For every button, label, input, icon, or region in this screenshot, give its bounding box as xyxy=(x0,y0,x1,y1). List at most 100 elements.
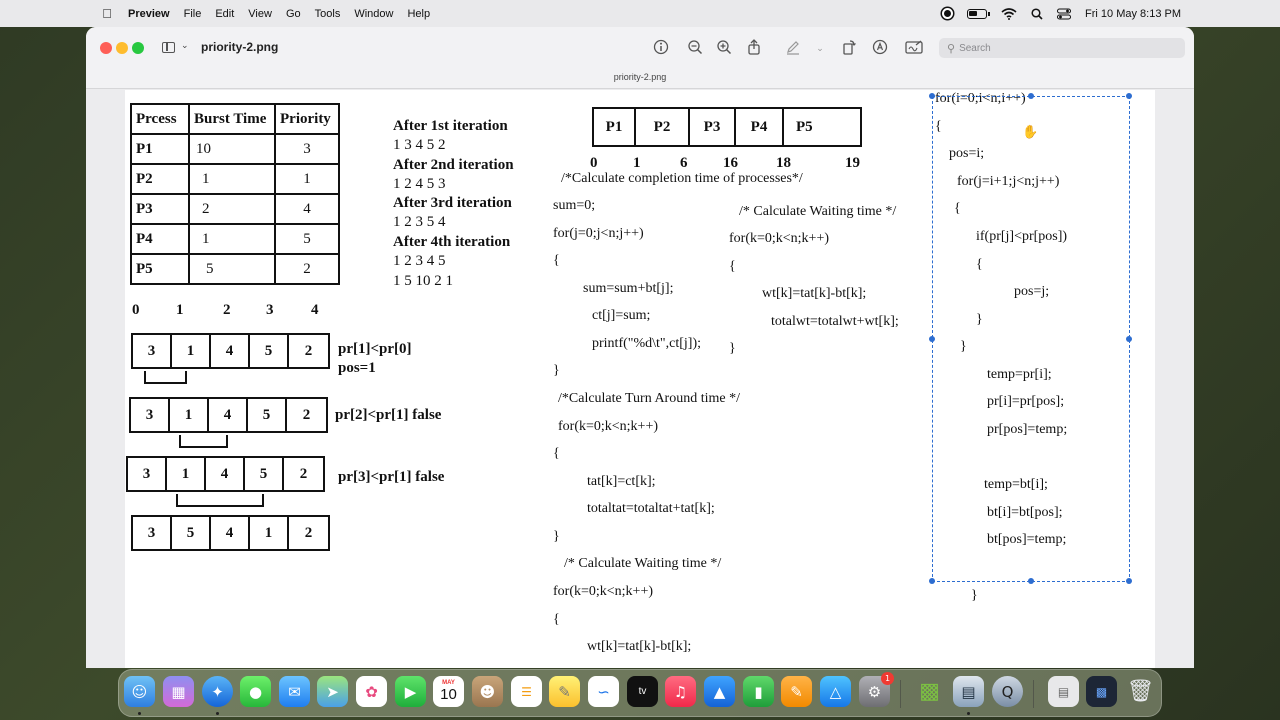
zoom-window-button[interactable] xyxy=(132,42,144,54)
code-line: totaltat=totaltat+tat[k]; xyxy=(587,501,715,516)
maps-icon[interactable]: ➤ xyxy=(317,676,348,707)
selection-handle[interactable] xyxy=(929,578,935,584)
process-table: Prcess Burst Time Priority P1 10 3 P2 1 … xyxy=(130,103,340,285)
running-indicator xyxy=(216,712,219,715)
table-row: P2 1 1 xyxy=(130,163,340,195)
android-studio-icon[interactable]: ▩ xyxy=(914,676,945,707)
code-line: { xyxy=(553,446,560,461)
markup-pen-icon[interactable] xyxy=(784,39,802,57)
share-icon[interactable] xyxy=(745,39,763,57)
minimize-window-button[interactable] xyxy=(116,42,128,54)
code-line: { xyxy=(553,612,560,627)
menu-tools[interactable]: Tools xyxy=(315,8,341,20)
table-cell: 2 xyxy=(274,253,340,285)
selection-rectangle[interactable]: ✋ xyxy=(929,93,1132,584)
notes-icon[interactable]: ✎ xyxy=(549,676,580,707)
menu-file[interactable]: File xyxy=(184,8,202,20)
screenshot-thumbnail-icon[interactable]: ▩ xyxy=(1086,676,1117,707)
preview-window: ⌄ priority-2.png priority-2.png ⌄ ⚲ Sear… xyxy=(86,27,1194,668)
info-icon[interactable] xyxy=(652,39,670,57)
document-subtitle: priority-2.png xyxy=(613,72,667,82)
array-cell: 5 xyxy=(250,335,289,367)
music-icon[interactable]: ♫ xyxy=(665,676,696,707)
sidebar-icon xyxy=(162,42,175,53)
photos-icon[interactable]: ✿ xyxy=(356,676,387,707)
freeform-icon[interactable]: ∽ xyxy=(588,676,619,707)
search-field[interactable]: ⚲ Search xyxy=(939,38,1185,58)
document-image[interactable]: Prcess Burst Time Priority P1 10 3 P2 1 … xyxy=(125,90,1155,668)
mail-icon[interactable]: ✉ xyxy=(279,676,310,707)
menu-clock[interactable]: Fri 10 May 8:13 PM xyxy=(1085,8,1181,20)
array-cell: 1 xyxy=(250,517,289,549)
gantt-cell: P5 xyxy=(796,118,813,135)
control-center-icon[interactable] xyxy=(1057,8,1072,20)
wifi-icon[interactable] xyxy=(1001,7,1017,20)
array-cell: 3 xyxy=(133,517,172,549)
annotate-icon[interactable] xyxy=(871,39,889,57)
array-cell: 5 xyxy=(172,517,211,549)
launchpad-icon[interactable]: ▦ xyxy=(163,676,194,707)
calendar-day: 10 xyxy=(440,686,457,703)
table-header: Burst Time xyxy=(188,103,276,135)
zoom-out-icon[interactable] xyxy=(686,39,704,57)
menu-window[interactable]: Window xyxy=(354,8,393,20)
selection-handle[interactable] xyxy=(1126,93,1132,99)
safari-icon[interactable]: ✦ xyxy=(202,676,233,707)
calendar-icon[interactable]: MAY 10 xyxy=(433,676,464,707)
table-cell: 10 xyxy=(188,133,276,165)
gantt-time: 6 xyxy=(680,155,688,171)
code-line: } xyxy=(553,529,560,544)
messages-icon[interactable]: ● xyxy=(240,676,271,707)
quicktime-icon[interactable]: Q xyxy=(992,676,1023,707)
priority-array: 3 1 4 5 2 xyxy=(131,333,330,369)
zoom-in-icon[interactable] xyxy=(715,39,733,57)
selection-handle[interactable] xyxy=(1028,93,1034,99)
code-comment: /* Calculate Waiting time */ xyxy=(564,556,722,571)
table-row: P4 1 5 xyxy=(130,223,340,255)
numbers-icon[interactable]: ▮ xyxy=(743,676,774,707)
finder-icon[interactable]: ☺ xyxy=(124,676,155,707)
gantt-time: 1 xyxy=(633,155,641,171)
index-label: 1 xyxy=(176,302,184,318)
preview-icon[interactable]: ▤ xyxy=(953,676,984,707)
system-settings-icon[interactable]: ⚙ 1 xyxy=(859,672,894,707)
apple-menu-icon[interactable]:  xyxy=(100,6,114,21)
reminders-icon[interactable]: ☰ xyxy=(511,676,542,707)
selection-handle[interactable] xyxy=(929,93,935,99)
selection-handle[interactable] xyxy=(1126,336,1132,342)
menu-app-name[interactable]: Preview xyxy=(128,8,170,20)
priority-array: 3 5 4 1 2 xyxy=(131,515,330,551)
trash-icon[interactable]: 🗑 xyxy=(1125,676,1156,707)
menu-go[interactable]: Go xyxy=(286,8,301,20)
pages-icon[interactable]: ✎ xyxy=(781,676,812,707)
facetime-icon[interactable]: ▶ xyxy=(395,676,426,707)
close-window-button[interactable] xyxy=(100,42,112,54)
selection-handle[interactable] xyxy=(929,336,935,342)
table-cell: 4 xyxy=(274,193,340,225)
selection-handle[interactable] xyxy=(1028,578,1034,584)
apple-tv-icon[interactable]: tv xyxy=(627,676,658,707)
table-cell: 3 xyxy=(274,133,340,165)
code-line: } xyxy=(553,363,560,378)
code-line: sum=sum+bt[j]; xyxy=(583,281,674,296)
battery-icon[interactable] xyxy=(967,8,991,19)
signature-icon[interactable] xyxy=(905,39,923,57)
menu-help[interactable]: Help xyxy=(407,8,430,20)
keynote-icon[interactable]: ▲ xyxy=(704,676,735,707)
sidebar-toggle-button[interactable]: ⌄ xyxy=(162,40,189,55)
rotate-icon[interactable] xyxy=(840,39,858,57)
iteration-title: After 2nd iteration xyxy=(393,157,514,173)
screen-recording-icon[interactable] xyxy=(942,8,954,19)
iteration-title: After 1st iteration xyxy=(393,118,508,134)
document-thumbnail-icon[interactable]: ▤ xyxy=(1048,676,1079,707)
array-cell: 3 xyxy=(133,335,172,367)
contacts-icon[interactable]: ☻ xyxy=(472,676,503,707)
iteration-values: 1 3 4 5 2 xyxy=(393,137,446,153)
table-cell: P4 xyxy=(130,223,190,255)
menu-view[interactable]: View xyxy=(248,8,272,20)
app-store-icon[interactable]: △ xyxy=(820,676,851,707)
menu-edit[interactable]: Edit xyxy=(215,8,234,20)
markup-chevron-icon[interactable]: ⌄ xyxy=(811,39,829,57)
spotlight-search-icon[interactable] xyxy=(1031,7,1043,20)
selection-handle[interactable] xyxy=(1126,578,1132,584)
